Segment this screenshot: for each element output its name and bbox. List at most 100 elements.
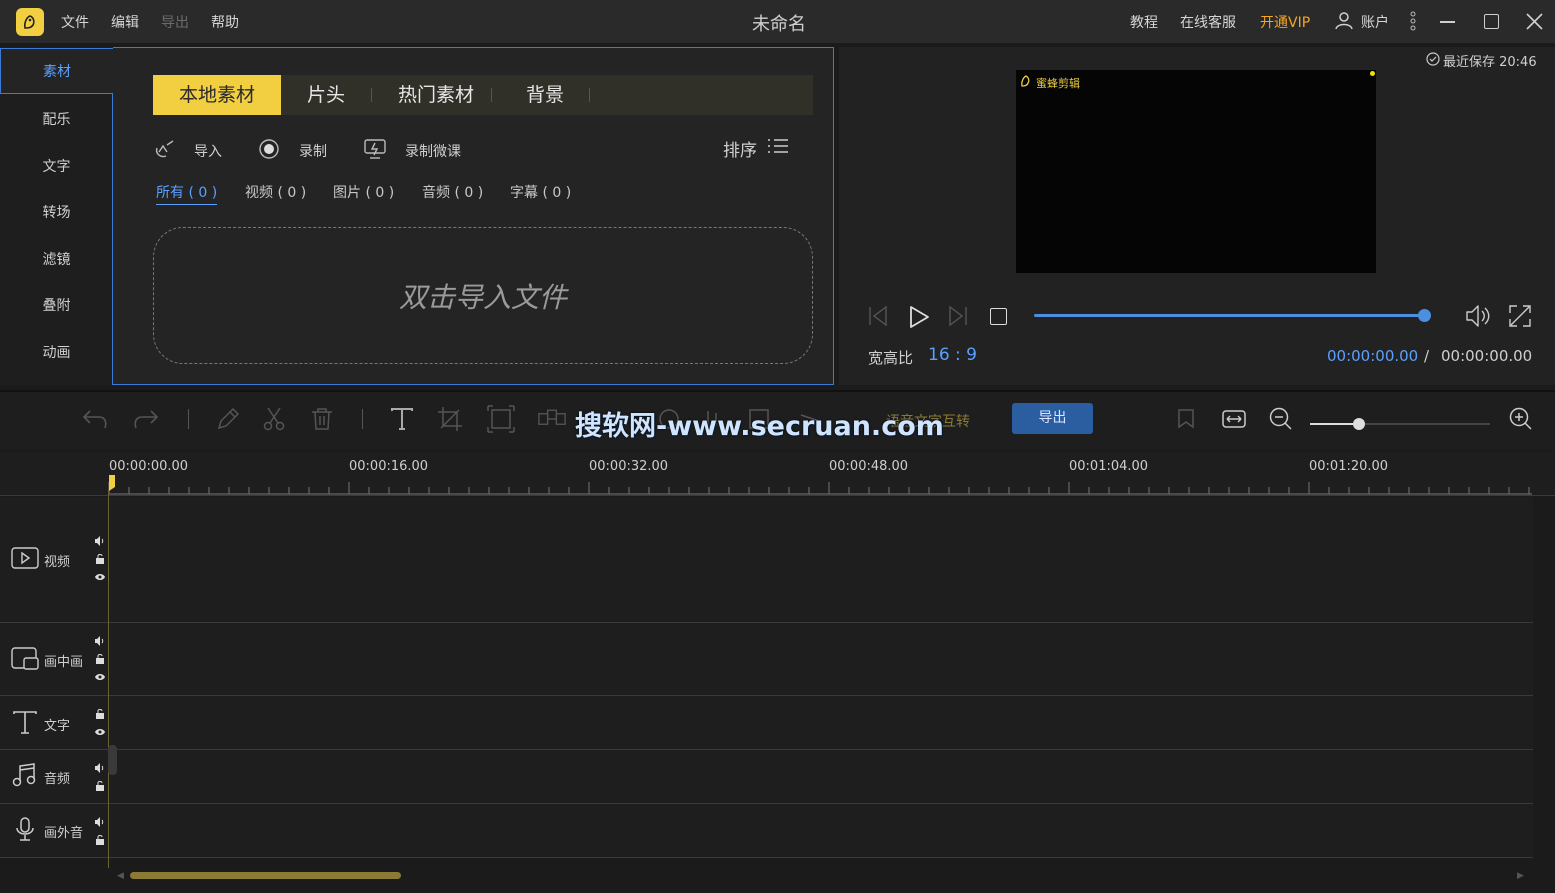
scissors-icon[interactable] — [260, 405, 288, 433]
pencil-icon[interactable] — [214, 405, 242, 433]
menu-help[interactable]: 帮助 — [211, 12, 239, 32]
timeline-scrollbar[interactable] — [130, 872, 401, 879]
lock-icon[interactable] — [94, 653, 106, 669]
export-button[interactable]: 导出 — [1012, 403, 1093, 434]
zoom-in-icon[interactable] — [1507, 405, 1535, 433]
tab-local-material[interactable]: 本地素材 — [153, 75, 281, 115]
tab-separator — [589, 88, 590, 102]
record-icon — [258, 138, 280, 164]
record-button[interactable]: 录制 — [258, 138, 327, 164]
ruler-label: 00:00:16.00 — [349, 459, 429, 474]
menu-edit[interactable]: 编辑 — [111, 12, 139, 32]
account-link[interactable]: 账户 — [1361, 12, 1389, 32]
text-tool-icon[interactable] — [388, 405, 416, 433]
support-link[interactable]: 在线客服 — [1180, 12, 1236, 32]
zoom-frame-icon[interactable] — [487, 405, 515, 433]
playhead-line — [108, 490, 109, 868]
nav-item-transition[interactable]: 转场 — [0, 190, 113, 236]
toolbar-separator — [188, 409, 189, 429]
mute-icon[interactable] — [94, 762, 106, 778]
track-audio[interactable] — [0, 750, 1533, 804]
eye-icon[interactable] — [94, 571, 106, 587]
nav-item-music[interactable]: 配乐 — [0, 97, 113, 143]
track-pip[interactable] — [0, 623, 1533, 696]
eye-icon[interactable] — [94, 726, 106, 742]
nav-item-overlay[interactable]: 叠附 — [0, 283, 113, 329]
total-time: 00:00:00.00 — [1441, 347, 1533, 365]
filter-image[interactable]: 图片 ( 0 ) — [333, 182, 394, 202]
scroll-left-icon[interactable]: ◀ — [117, 871, 124, 881]
trash-icon[interactable] — [308, 405, 336, 433]
crop-icon[interactable] — [436, 405, 464, 433]
nav-item-material[interactable]: 素材 — [0, 48, 113, 94]
eye-icon[interactable] — [94, 671, 106, 687]
sort-button[interactable]: 排序 — [723, 136, 789, 161]
pip-track-icon — [10, 645, 40, 675]
screen-record-icon — [363, 138, 387, 164]
mosaic-icon[interactable] — [538, 405, 566, 433]
track-label-voiceover: 画外音 — [10, 816, 83, 846]
progress-knob[interactable] — [1418, 309, 1431, 322]
filter-all[interactable]: 所有 ( 0 ) — [156, 182, 218, 205]
track-tools-audio — [93, 762, 107, 796]
minimize-icon[interactable] — [1440, 21, 1455, 23]
mute-icon[interactable] — [94, 535, 106, 551]
track-tools-pip — [93, 635, 107, 687]
close-icon[interactable] — [1526, 13, 1543, 34]
nav-item-filter[interactable]: 滤镜 — [0, 237, 113, 283]
dropzone-text: 双击导入文件 — [398, 280, 567, 314]
prev-frame-icon[interactable] — [866, 305, 890, 331]
undo-icon[interactable] — [81, 405, 109, 433]
track-resize-handle[interactable] — [108, 745, 117, 775]
import-dropzone[interactable]: 双击导入文件 — [153, 227, 813, 364]
music-track-icon — [10, 762, 40, 792]
account-icon[interactable] — [1334, 10, 1354, 34]
tutorial-link[interactable]: 教程 — [1130, 12, 1158, 32]
marker-icon[interactable] — [1172, 405, 1200, 433]
filter-audio[interactable]: 音频 ( 0 ) — [422, 182, 483, 202]
track-text[interactable] — [0, 696, 1533, 750]
record-lecture-button[interactable]: 录制微课 — [363, 138, 461, 164]
filter-subtitle[interactable]: 字幕 ( 0 ) — [510, 182, 571, 202]
lock-icon[interactable] — [94, 708, 106, 724]
zoom-slider-track[interactable] — [1358, 423, 1490, 425]
zoom-slider-knob[interactable] — [1353, 418, 1365, 430]
fit-width-icon[interactable] — [1220, 405, 1248, 433]
fullscreen-icon[interactable] — [1508, 304, 1532, 332]
lock-icon[interactable] — [94, 780, 106, 796]
vip-link[interactable]: 开通VIP — [1260, 12, 1310, 32]
nav-item-animation[interactable]: 动画 — [0, 330, 113, 376]
lock-icon[interactable] — [94, 553, 106, 569]
track-video[interactable] — [0, 497, 1533, 623]
aspect-value[interactable]: 16 : 9 — [928, 345, 977, 365]
filter-video[interactable]: 视频 ( 0 ) — [245, 182, 306, 202]
tab-background[interactable]: 背景 — [501, 75, 589, 115]
progress-bar[interactable] — [1034, 314, 1425, 317]
preview-screen[interactable]: 蜜蜂剪辑 — [1016, 70, 1376, 273]
menu-file[interactable]: 文件 — [61, 12, 89, 32]
volume-icon[interactable] — [1464, 303, 1494, 333]
corner-dot — [1370, 71, 1375, 76]
stop-icon[interactable] — [990, 308, 1007, 325]
redo-icon[interactable] — [132, 405, 160, 433]
track-label-text: 文字 — [10, 709, 70, 739]
import-button[interactable]: 导入 — [153, 138, 222, 164]
record-label: 录制 — [299, 144, 327, 160]
maximize-icon[interactable] — [1484, 14, 1499, 29]
nav-item-text[interactable]: 文字 — [0, 144, 113, 190]
track-label-pip: 画中画 — [10, 645, 83, 675]
mute-icon[interactable] — [94, 816, 106, 832]
tab-hot-material[interactable]: 热门素材 — [381, 75, 491, 115]
more-icon[interactable] — [1410, 11, 1416, 31]
track-voiceover[interactable] — [0, 804, 1533, 858]
zoom-out-icon[interactable] — [1267, 405, 1295, 433]
lock-icon[interactable] — [94, 834, 106, 850]
import-label: 导入 — [194, 144, 222, 160]
mute-icon[interactable] — [94, 635, 106, 651]
play-icon[interactable] — [906, 304, 932, 334]
tab-separator — [491, 88, 492, 102]
tab-intro[interactable]: 片头 — [281, 75, 371, 115]
next-frame-icon[interactable] — [946, 305, 970, 331]
screen-watermark-text: 蜜蜂剪辑 — [1036, 76, 1080, 90]
scroll-right-icon[interactable]: ▶ — [1517, 871, 1524, 881]
